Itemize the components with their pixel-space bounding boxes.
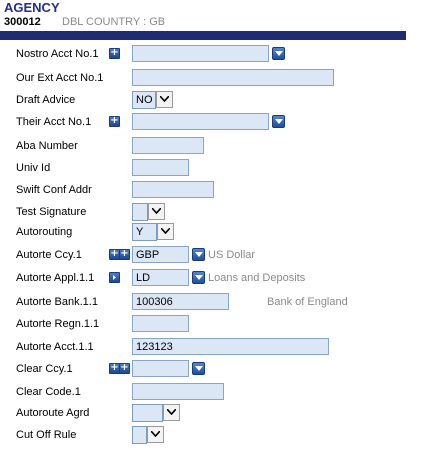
- field-label: Autorouting: [16, 226, 73, 238]
- row-our-ext-acct-no: Our Ext Acct No.1: [0, 68, 445, 90]
- their-acct-input[interactable]: [132, 113, 269, 130]
- draft-advice-select[interactable]: NO: [132, 91, 156, 109]
- plus-plus-icon[interactable]: +: [119, 248, 130, 260]
- field-label: Autorte Bank.1.1: [16, 296, 98, 308]
- row-nostro-acct-no: Nostro Acct No.1 +: [0, 44, 445, 66]
- row-univ-id: Univ Id: [0, 158, 445, 180]
- record-id: 300012: [4, 16, 41, 28]
- right-arrow-icon[interactable]: [109, 272, 120, 283]
- field-label: Their Acct No.1: [16, 116, 92, 128]
- chevron-down-icon[interactable]: [272, 47, 285, 60]
- chevron-down-icon[interactable]: [192, 271, 205, 284]
- header-bar: [0, 31, 406, 40]
- field-label: Draft Advice: [16, 94, 76, 106]
- row-cut-off-rule: Cut Off Rule: [0, 425, 445, 447]
- row-autorte-ccy: Autorte Ccy.1 + + GBP US Dollar: [0, 245, 445, 267]
- nostro-acct-input[interactable]: [132, 45, 269, 62]
- field-label: Univ Id: [16, 162, 51, 174]
- autorte-ccy-input[interactable]: GBP: [132, 246, 189, 263]
- autorte-regn-input[interactable]: [132, 315, 189, 332]
- autorouting-select[interactable]: Y: [132, 223, 157, 241]
- field-label: Cut Off Rule: [16, 429, 77, 441]
- aba-number-input[interactable]: [132, 137, 204, 154]
- chevron-down-icon[interactable]: [147, 426, 164, 443]
- page-title: AGENCY: [4, 0, 60, 15]
- row-autorouting: Autorouting Y: [0, 222, 445, 244]
- row-autorte-regn: Autorte Regn.1.1: [0, 314, 445, 336]
- clear-ccy-input[interactable]: [132, 360, 189, 377]
- autorte-bank-input[interactable]: 100306: [132, 293, 229, 310]
- chevron-down-icon[interactable]: [156, 91, 173, 108]
- plus-plus-icon[interactable]: +: [119, 362, 130, 374]
- autorte-acct-input[interactable]: 123123: [132, 338, 329, 355]
- field-label: Autorte Appl.1.1: [16, 272, 95, 284]
- field-label: Autoroute Agrd: [16, 407, 90, 419]
- clear-code-input[interactable]: [132, 383, 224, 400]
- chevron-down-icon[interactable]: [192, 248, 205, 261]
- field-label: Test Signature: [16, 206, 87, 218]
- chevron-down-icon[interactable]: [163, 404, 180, 421]
- field-label: Clear Code.1: [16, 386, 81, 398]
- row-autorte-bank: Autorte Bank.1.1 100306 Bank of England: [0, 292, 445, 314]
- row-draft-advice: Draft Advice NO: [0, 90, 445, 112]
- chevron-down-icon[interactable]: [192, 362, 205, 375]
- row-autorte-appl: Autorte Appl.1.1 LD Loans and Deposits: [0, 268, 445, 290]
- row-test-signature: Test Signature: [0, 202, 445, 224]
- autorte-appl-input[interactable]: LD: [132, 269, 189, 286]
- field-label: Autorte Acct.1.1: [16, 341, 94, 353]
- field-label: Aba Number: [16, 140, 78, 152]
- field-label: Autorte Ccy.1: [16, 249, 82, 261]
- expand-plus-icon[interactable]: +: [109, 115, 120, 127]
- autoroute-agrd-select[interactable]: [132, 404, 163, 422]
- chevron-down-icon[interactable]: [272, 115, 285, 128]
- row-their-acct-no: Their Acct No.1 +: [0, 112, 445, 134]
- chevron-down-icon[interactable]: [148, 203, 165, 220]
- our-ext-acct-input[interactable]: [132, 69, 334, 86]
- row-autorte-acct: Autorte Acct.1.1 123123: [0, 337, 445, 359]
- univ-id-input[interactable]: [132, 159, 189, 176]
- expand-plus-icon[interactable]: +: [109, 47, 120, 59]
- row-clear-code: Clear Code.1: [0, 382, 445, 404]
- autorte-appl-enrichment: Loans and Deposits: [208, 272, 306, 284]
- field-label: Clear Ccy.1: [16, 363, 73, 375]
- row-autoroute-agrd: Autoroute Agrd: [0, 403, 445, 425]
- row-swift-conf-addr: Swift Conf Addr: [0, 180, 445, 202]
- field-label: Autorte Regn.1.1: [16, 318, 100, 330]
- country-label: DBL COUNTRY : GB: [62, 16, 166, 28]
- row-clear-ccy: Clear Ccy.1 + +: [0, 359, 445, 381]
- test-signature-select[interactable]: [132, 203, 148, 221]
- cut-off-rule-select[interactable]: [132, 426, 147, 444]
- swift-conf-addr-input[interactable]: [132, 181, 214, 198]
- row-aba-number: Aba Number: [0, 136, 445, 158]
- field-label: Nostro Acct No.1: [16, 48, 99, 60]
- autorte-ccy-enrichment: US Dollar: [208, 249, 256, 261]
- field-label: Our Ext Acct No.1: [16, 72, 104, 84]
- field-label: Swift Conf Addr: [16, 184, 92, 196]
- autorte-bank-enrichment: Bank of England: [267, 296, 348, 308]
- chevron-down-icon[interactable]: [157, 223, 174, 240]
